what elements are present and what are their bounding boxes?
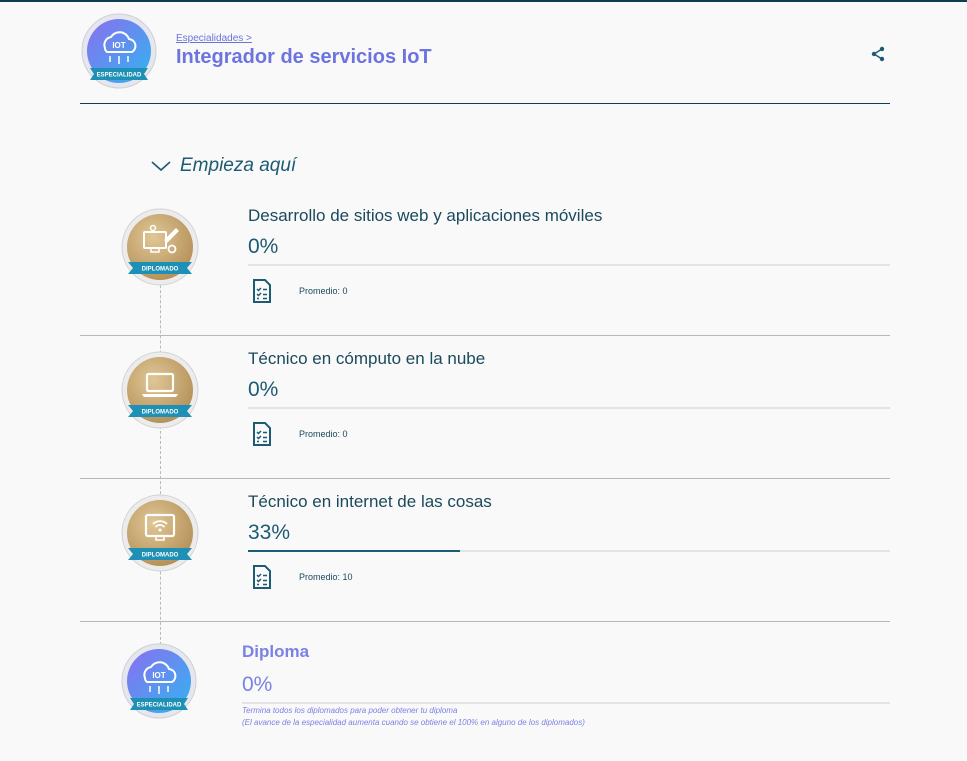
badge-ribbon-label: DIPLOMADO: [142, 410, 179, 416]
diplomado-badge: DIPLOMADO: [121, 208, 199, 286]
page-title: Integrador de servicios IoT: [176, 46, 432, 68]
document-checklist-icon[interactable]: [252, 279, 272, 303]
diplomado-badge: DIPLOMADO: [121, 351, 199, 429]
badge-ribbon-label: ESPECIALIDAD: [97, 73, 142, 79]
average-label: Promedio: 10: [299, 572, 353, 582]
diploma-progress-track: [242, 702, 890, 704]
diplomado-progress-text: 33%: [248, 521, 291, 544]
share-icon[interactable]: [870, 46, 886, 62]
diploma-note: Termina todos los diplomados para poder …: [242, 706, 458, 715]
badge-ribbon-label: DIPLOMADO: [142, 553, 179, 559]
progress-track: [248, 407, 890, 409]
average-label: Promedio: 0: [299, 286, 348, 296]
diplomado-title[interactable]: Técnico en cómputo en la nube: [248, 349, 485, 369]
diplomado-progress-text: 0%: [248, 235, 279, 258]
diplomado-row: DIPLOMADO Técnico en cómputo en la nube …: [80, 336, 890, 479]
progress-track: [248, 550, 890, 552]
diplomado-row: DIPLOMADO Técnico en internet de las cos…: [80, 479, 890, 622]
badge-ribbon-label: ESPECIALIDAD: [137, 703, 182, 709]
specialty-badge: IOT ESPECIALIDAD: [81, 13, 157, 89]
document-checklist-icon[interactable]: [252, 565, 272, 589]
breadcrumb-especialidades[interactable]: Especialidades >: [176, 33, 252, 44]
diploma-title: Diploma: [242, 642, 310, 661]
badge-ribbon-label: DIPLOMADO: [142, 267, 179, 273]
average-label: Promedio: 0: [299, 429, 348, 439]
badge-title: IOT: [152, 671, 165, 680]
diplomado-badge: DIPLOMADO: [121, 494, 199, 572]
diploma-note: (El avance de la especialidad aumenta cu…: [242, 718, 585, 727]
header-divider: [80, 103, 890, 104]
diplomado-progress-text: 0%: [248, 378, 279, 401]
top-accent-line: [0, 0, 967, 2]
badge-title: IOT: [112, 41, 125, 50]
diplomado-title[interactable]: Técnico en internet de las cosas: [248, 492, 492, 512]
diplomado-row: DIPLOMADO Desarrollo de sitios web y apl…: [80, 193, 890, 336]
diploma-badge: IOT ESPECIALIDAD: [121, 643, 197, 719]
diplomado-title[interactable]: Desarrollo de sitios web y aplicaciones …: [248, 206, 602, 226]
chevron-down-icon: [151, 161, 171, 172]
start-section-toggle[interactable]: Empieza aquí: [150, 155, 296, 177]
start-section-label: Empieza aquí: [180, 155, 297, 176]
document-checklist-icon[interactable]: [252, 422, 272, 446]
diploma-section: IOT ESPECIALIDAD Diploma 0% Termina todo…: [80, 622, 890, 752]
diploma-progress-text: 0%: [242, 673, 273, 696]
progress-track: [248, 264, 890, 266]
specialty-header: IOT ESPECIALIDAD Especialidades > Integr…: [80, 10, 890, 104]
progress-fill: [248, 550, 460, 552]
